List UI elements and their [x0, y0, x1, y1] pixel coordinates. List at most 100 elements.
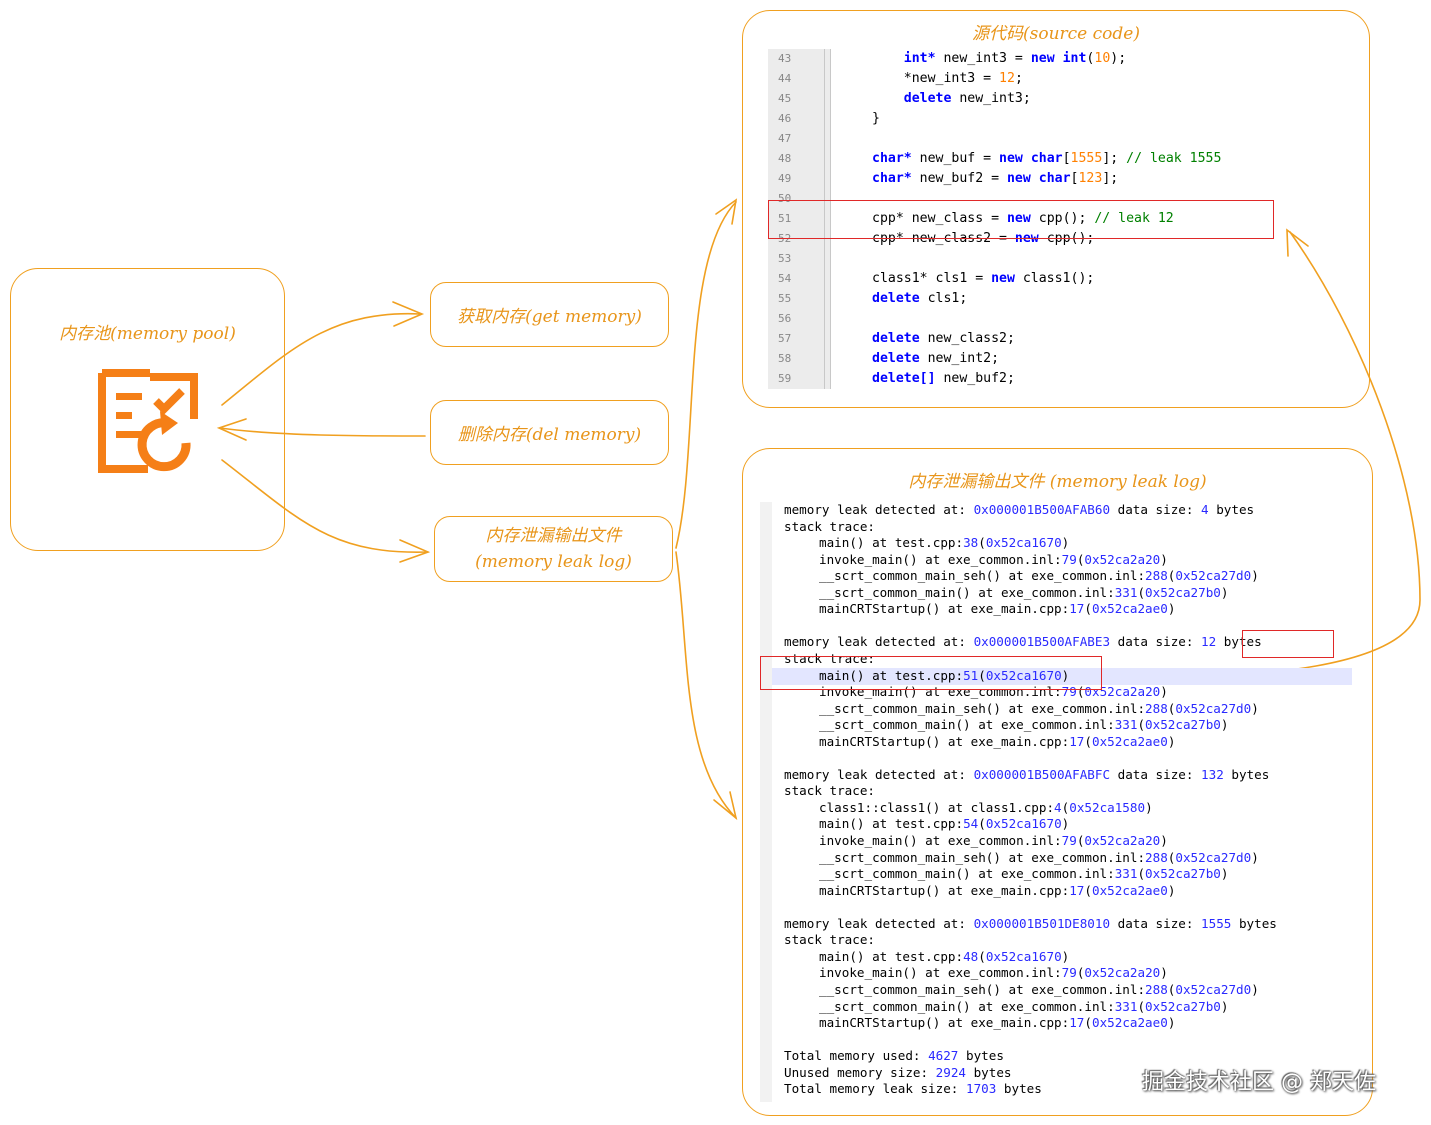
line-number: 46 [778, 112, 792, 125]
code-token: [ [1062, 151, 1071, 166]
log-token: 331 [1114, 584, 1138, 600]
log-token: 1703 [965, 1081, 997, 1097]
log-token: 1555 [1201, 915, 1232, 931]
code-token: new_buf2 = [911, 171, 1007, 186]
log-token: 0x52ca27d0 [1175, 568, 1252, 584]
log-token: 0x000001B500AFABFC [973, 766, 1111, 782]
line-number: 56 [778, 312, 792, 325]
line-number: 44 [778, 72, 792, 85]
log-token: 331 [1114, 717, 1138, 733]
log-line: invoke_main() at exe_common.inl:79(0x52c… [784, 833, 1168, 850]
code-line: 57 delete new_class2; [768, 329, 1328, 349]
code-text: delete cls1; [872, 289, 967, 309]
code-text: char* new_buf2 = new char[123]; [872, 169, 1118, 189]
code-line: 53 [768, 249, 1328, 269]
log-line: main() at test.cpp:38(0x52ca1670) [784, 535, 1069, 552]
line-number: 53 [778, 252, 792, 265]
log-token: 0x52ca1670 [985, 948, 1062, 964]
code-line: 44 *new_int3 = 12; [768, 69, 1328, 89]
code-token: ]; [1102, 151, 1127, 166]
log-token: 331 [1114, 998, 1138, 1014]
log-token: 17 [1069, 882, 1085, 898]
log-line: stack trace: [784, 519, 875, 536]
code-token: } [872, 111, 880, 126]
log-token: ) [1220, 717, 1229, 733]
log-line: class1::class1() at class1.cpp:4(0x52ca1… [784, 800, 1153, 817]
log-token: ) [1220, 998, 1229, 1014]
log-line: __scrt_common_main_seh() at exe_common.i… [784, 982, 1259, 999]
code-token: ); [1110, 51, 1127, 66]
log-token: 12 [1201, 634, 1217, 650]
log-token: 17 [1069, 601, 1085, 617]
code-token: new_int2; [919, 351, 1000, 366]
log-token: 0x52ca2ae0 [1091, 601, 1168, 617]
arrow-to-source-code [675, 201, 737, 549]
code-text: delete[] new_buf2; [872, 369, 1015, 389]
leak-log-title: 内存泄漏输出文件 (memory leak log) [908, 472, 1207, 492]
code-token: int [1062, 51, 1087, 66]
log-token: bytes [1223, 766, 1270, 782]
line-number: 59 [778, 372, 792, 385]
log-token: ( [1137, 866, 1146, 882]
line-number: 48 [778, 152, 792, 165]
log-token: 38 [963, 535, 979, 551]
code-token: new [999, 151, 1023, 166]
log-token: bytes [1231, 915, 1277, 931]
log-line: __scrt_common_main_seh() at exe_common.i… [784, 701, 1259, 718]
log-token: ( [1137, 584, 1146, 600]
log-token: ) [1251, 568, 1259, 584]
log-token: 0x52ca27b0 [1145, 584, 1221, 600]
code-text: } [872, 109, 880, 129]
log-token: 4627 [928, 1048, 959, 1064]
log-line: mainCRTStartup() at exe_main.cpp:17(0x52… [784, 734, 1175, 751]
code-token: int* [903, 51, 936, 66]
log-token: Total memory used: [784, 1048, 929, 1064]
log-line: Total memory used: 4627 bytes [784, 1048, 1004, 1065]
log-token: ( [978, 816, 986, 832]
log-line: invoke_main() at exe_common.inl:79(0x52c… [784, 552, 1168, 569]
log-token: data size: [1110, 502, 1202, 517]
checklist-refresh-icon [98, 369, 198, 473]
code-token: 1555 [1070, 151, 1103, 166]
log-token: __scrt_common_main_seh() at exe_common.i… [819, 849, 1146, 865]
log-token: ( [978, 535, 986, 551]
log-token: 48 [963, 948, 979, 964]
memory-pool-title: 内存池(memory pool) [59, 324, 236, 344]
log-token: ) [1251, 981, 1259, 997]
log-token: bytes [966, 1064, 1012, 1080]
log-token: 0x52ca2ae0 [1091, 733, 1168, 749]
log-token: __scrt_common_main_seh() at exe_common.i… [819, 700, 1146, 716]
log-token: ) [1061, 535, 1070, 551]
memory-pool-box: 内存池(memory pool) [10, 268, 285, 551]
code-line: 46} [768, 109, 1328, 129]
leak-output-label-cn: 内存泄漏输出文件 [485, 526, 622, 546]
code-token: new [1006, 171, 1031, 186]
log-token: ) [1145, 799, 1153, 815]
log-token: ( [1137, 998, 1146, 1014]
leak-size-highlight-box [1242, 630, 1334, 658]
log-token: 0x52ca1670 [985, 816, 1062, 832]
log-token: ) [1061, 948, 1070, 964]
code-text: int* new_int3 = new int(10); [872, 49, 1126, 69]
log-token: ( [1084, 1015, 1092, 1031]
code-token: char [1030, 151, 1063, 166]
code-token: delete [872, 331, 920, 346]
code-token: 10 [1094, 51, 1111, 66]
code-text: *new_int3 = 12; [872, 69, 1023, 89]
code-text: delete new_int3; [872, 89, 1031, 109]
code-text: char* new_buf = new char[1555]; // leak … [872, 149, 1221, 169]
code-token: new_int3 = [935, 51, 1031, 66]
log-token: 0x000001B500AFABE3 [973, 634, 1111, 650]
log-token: bytes [958, 1048, 1004, 1064]
line-number: 54 [778, 272, 792, 285]
log-token: memory leak detected at: [784, 502, 974, 517]
log-token: mainCRTStartup() at exe_main.cpp: [819, 882, 1070, 898]
log-token: invoke_main() at exe_common.inl: [819, 833, 1062, 848]
line-number: 57 [778, 332, 792, 345]
log-token: 288 [1145, 849, 1168, 865]
log-token: 0x52ca2ae0 [1091, 882, 1168, 898]
log-token: 0x000001B501DE8010 [973, 915, 1111, 931]
code-token: new_buf = [911, 151, 1000, 166]
code-line: 48 char* new_buf = new char[1555]; // lea… [768, 149, 1328, 169]
